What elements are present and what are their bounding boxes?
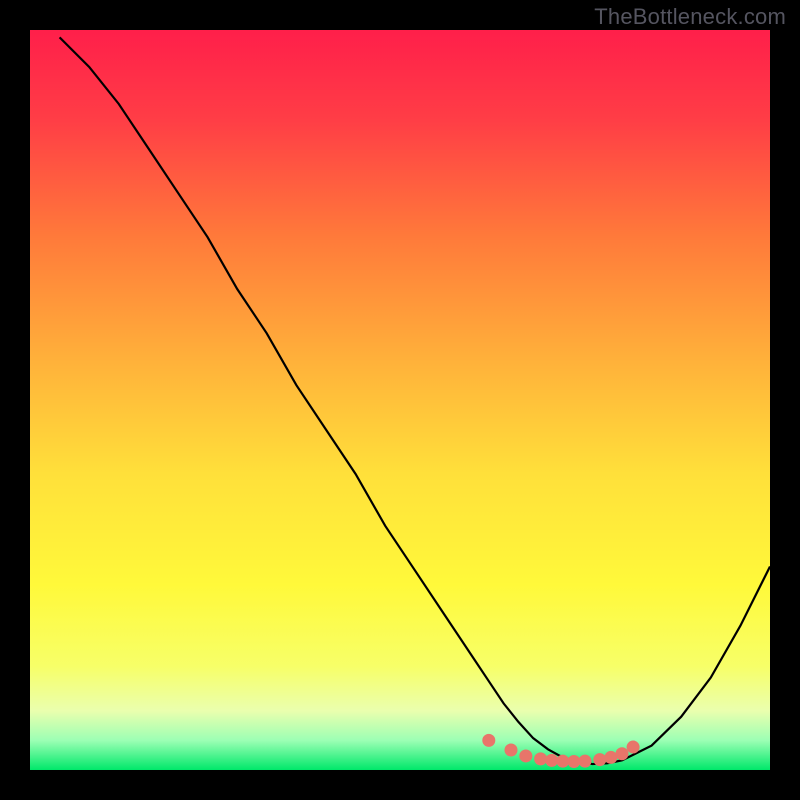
marker-dot	[482, 734, 495, 747]
marker-dot	[593, 753, 606, 766]
marker-dot	[545, 754, 558, 767]
marker-dot	[505, 744, 518, 757]
plot-area	[30, 30, 770, 770]
marker-dot	[567, 755, 580, 768]
marker-dot	[534, 752, 547, 765]
chart-svg	[30, 30, 770, 770]
marker-dot	[604, 751, 617, 764]
marker-dot	[519, 749, 532, 762]
marker-dot	[616, 747, 629, 760]
marker-dot	[579, 755, 592, 768]
marker-dot	[627, 741, 640, 754]
gradient-background	[30, 30, 770, 770]
marker-dot	[556, 755, 569, 768]
chart-container: TheBottleneck.com	[0, 0, 800, 800]
watermark-text: TheBottleneck.com	[594, 4, 786, 30]
